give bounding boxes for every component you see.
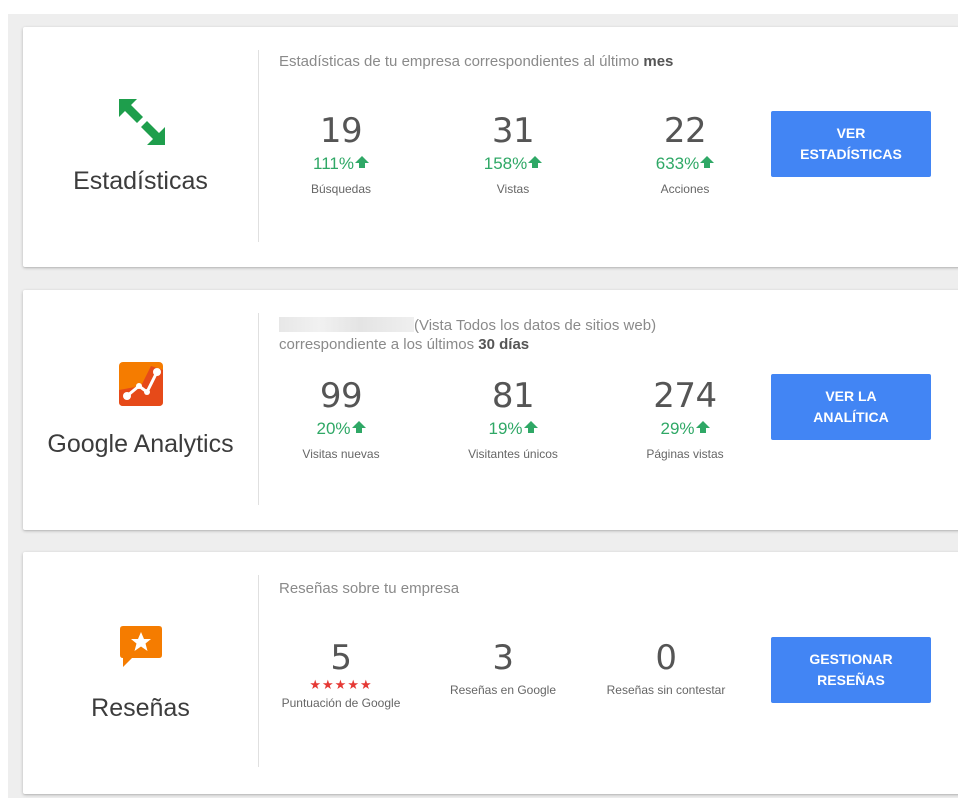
rating-stars-icon: ★★★★★ [309,677,373,692]
card-subtitle: Reseñas sobre tu empresa [279,580,460,597]
left-strip [0,0,8,798]
ver-analitica-button[interactable]: VER LA ANALÍTICA [771,374,931,440]
metric-value: 0 [655,638,677,678]
metric-acciones: 22 633% Acciones [600,112,770,196]
arrow-up-icon [351,421,366,434]
gestionar-resenas-button[interactable]: GESTIONAR RESEÑAS [771,637,931,703]
arrow-up-icon [700,156,715,169]
metric-label: Puntuación de Google [281,696,401,710]
arrow-up-icon [354,156,369,169]
metric-label: Acciones [660,182,710,196]
metric-value: 274 [653,376,717,416]
stats-left-column: Estadísticas [23,27,258,267]
card-title: Estadísticas [73,167,208,195]
metric-label: Visitantes únicos [468,447,558,461]
metric-change: 29% [600,417,770,441]
card-subtitle: (Vista Todos los datos de sitios web) co… [279,317,657,353]
metric-label: Visitas nuevas [302,447,380,461]
metric-paginas-vistas: 274 29% Páginas vistas [600,377,770,461]
card-title: Google Analytics [47,430,234,458]
metric-value: 31 [491,111,535,151]
analytics-card: Google Analytics (Vista Todos los datos … [23,290,958,530]
metric-value: 3 [492,638,514,678]
reviews-left-column: Reseñas [23,552,258,794]
metric-change: 20% [256,417,426,441]
stats-card: Estadísticas Estadísticas de tu empresa … [23,27,958,267]
analytics-left-column: Google Analytics [23,290,258,530]
card-title: Reseñas [91,694,190,722]
arrow-up-icon [523,421,538,434]
metric-value: 22 [663,111,707,151]
metric-change: 633% [600,152,770,176]
metric-visitas-nuevas: 99 20% Visitas nuevas [256,377,426,461]
card-subtitle: Estadísticas de tu empresa correspondien… [279,53,674,70]
metric-vistas: 31 158% Vistas [428,112,598,196]
metric-label: Búsquedas [310,182,372,196]
metric-label: Vistas [496,182,530,196]
metric-label: Reseñas sin contestar [606,683,726,697]
review-star-bubble-icon [119,626,162,667]
metric-value: 19 [319,111,363,151]
ver-estadisticas-button[interactable]: VER ESTADÍSTICAS [771,111,931,177]
metric-label: Páginas vistas [646,447,724,461]
reviews-card: Reseñas Reseñas sobre tu empresa 5 ★★★★★… [23,552,958,794]
metric-visitantes-unicos: 81 19% Visitantes únicos [428,377,598,461]
analytics-logo-icon [118,362,163,406]
metric-value: 5 [330,638,352,678]
arrows-exchange-icon [118,99,165,145]
metric-label: Reseñas en Google [449,683,557,697]
metric-value: 99 [319,376,363,416]
metric-resenas-sin-contestar: 0 Reseñas sin contestar [581,639,751,697]
arrow-up-icon [528,156,543,169]
metric-busquedas: 19 111% Búsquedas [256,112,426,196]
metric-change: 19% [428,417,598,441]
metric-change: 111% [256,152,426,176]
top-strip [0,0,958,14]
metric-resenas-google: 3 Reseñas en Google [418,639,588,697]
redacted-site-name [279,317,414,332]
metric-change: 158% [428,152,598,176]
metric-puntuacion: 5 ★★★★★ Puntuación de Google [256,639,426,710]
metric-value: 81 [491,376,535,416]
arrow-up-icon [695,421,710,434]
